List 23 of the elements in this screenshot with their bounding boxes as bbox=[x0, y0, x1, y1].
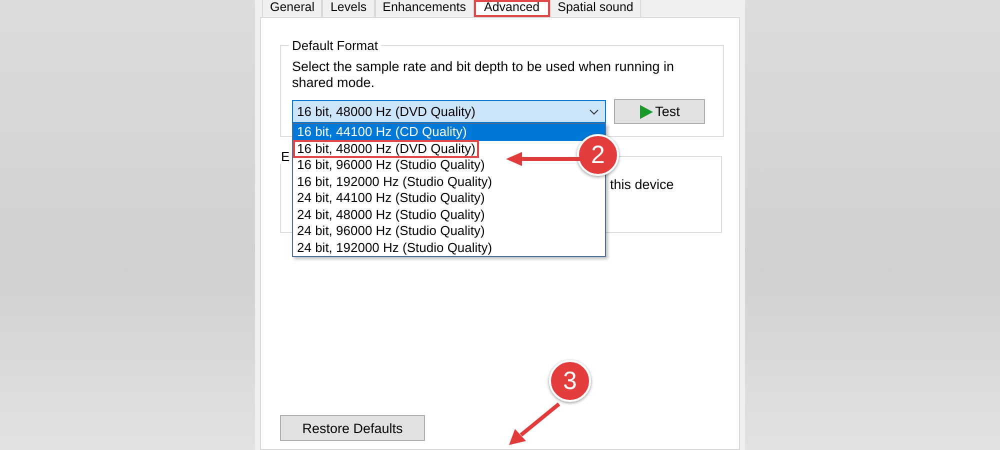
tab[interactable]: Advanced bbox=[474, 0, 550, 17]
dropdown-option[interactable]: 24 bit, 48000 Hz (Studio Quality) bbox=[293, 206, 489, 223]
option-text: this device bbox=[610, 177, 674, 192]
dropdown-option[interactable]: 16 bit, 96000 Hz (Studio Quality) bbox=[293, 157, 489, 174]
tab[interactable]: General bbox=[262, 0, 322, 17]
format-dropdown[interactable]: 16 bit, 48000 Hz (DVD Quality) bbox=[292, 100, 606, 123]
dropdown-option[interactable]: 16 bit, 44100 Hz (CD Quality) bbox=[293, 124, 605, 140]
chevron-icon bbox=[589, 108, 599, 114]
tab[interactable]: Enhancements bbox=[374, 0, 474, 17]
test-button[interactable]: Test bbox=[614, 99, 705, 124]
tab[interactable]: Spatial sound bbox=[550, 0, 642, 17]
group-title: Default Format bbox=[291, 38, 379, 53]
dropdown-option[interactable]: 16 bit, 48000 Hz (DVD Quality) bbox=[293, 140, 480, 157]
tab[interactable]: Levels bbox=[322, 0, 375, 17]
dropdown-option[interactable]: 24 bit, 96000 Hz (Studio Quality) bbox=[293, 223, 489, 240]
arrow-icon bbox=[509, 402, 561, 446]
restore-defaults-button[interactable]: Restore Defaults bbox=[280, 415, 425, 441]
group-title: E bbox=[280, 149, 291, 164]
description-text: Select the sample rate and bit depth to be used when running in shared mode. bbox=[292, 59, 676, 91]
dropdown-option[interactable]: 24 bit, 192000 Hz (Studio Quality) bbox=[293, 240, 496, 256]
dropdown-option[interactable]: 24 bit, 44100 Hz (Studio Quality) bbox=[293, 190, 489, 206]
play-icon bbox=[639, 104, 654, 118]
dropdown-option[interactable]: 16 bit, 192000 Hz (Studio Quality) bbox=[293, 174, 496, 190]
